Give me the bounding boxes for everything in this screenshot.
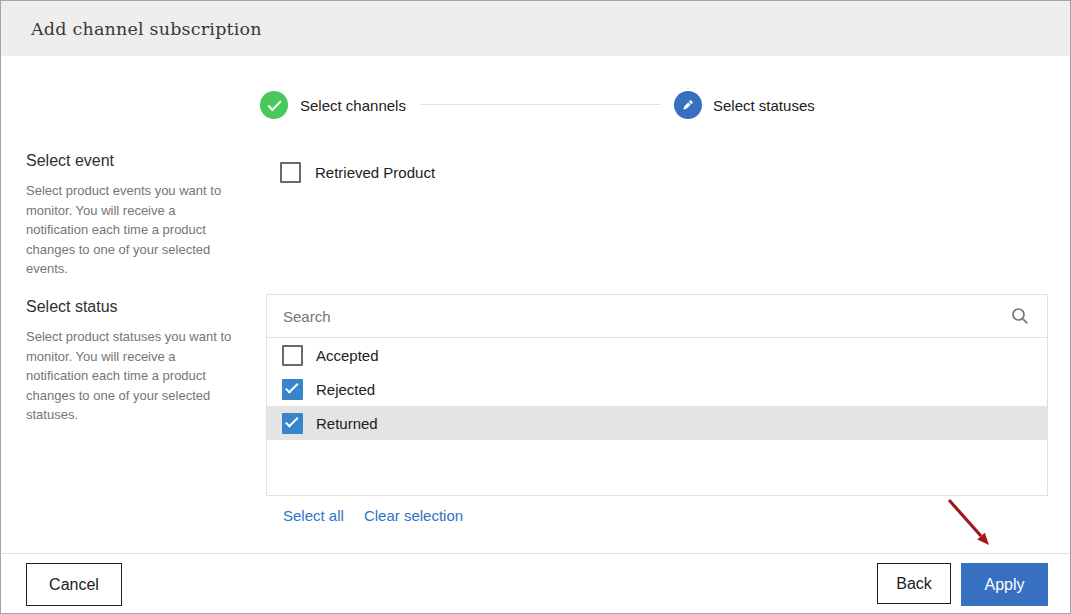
- returned-checkbox[interactable]: [282, 413, 303, 434]
- retrieved-product-checkbox[interactable]: [280, 162, 301, 183]
- add-channel-subscription-dialog: Add channel subscription Select channels…: [0, 0, 1071, 614]
- step-select-statuses-indicator: [674, 91, 702, 119]
- event-item-retrieved-product: Retrieved Product: [280, 162, 435, 183]
- status-search-input[interactable]: [267, 295, 1047, 337]
- retrieved-product-label: Retrieved Product: [315, 164, 435, 181]
- select-status-heading: Select status: [26, 298, 118, 316]
- select-all-link[interactable]: Select all: [283, 507, 344, 524]
- select-event-heading: Select event: [26, 152, 114, 170]
- footer-divider: [2, 553, 1069, 554]
- select-status-description: Select product statuses you want to moni…: [26, 327, 238, 425]
- status-item-returned[interactable]: Returned: [267, 406, 1047, 440]
- clear-selection-link[interactable]: Clear selection: [364, 507, 463, 524]
- step-select-channels-label: Select channels: [300, 97, 406, 114]
- select-event-description: Select product events you want to monito…: [26, 181, 238, 279]
- returned-label: Returned: [316, 415, 378, 432]
- search-icon: [1011, 307, 1029, 325]
- dialog-header: Add channel subscription: [1, 1, 1070, 56]
- step-select-channels-indicator: [260, 91, 288, 119]
- cancel-button[interactable]: Cancel: [26, 563, 122, 606]
- status-listbox: Accepted Rejected Returned: [266, 294, 1048, 496]
- step-select-statuses-label: Select statuses: [713, 97, 815, 114]
- status-item-rejected[interactable]: Rejected: [267, 372, 1047, 406]
- back-button[interactable]: Back: [877, 563, 951, 604]
- status-list-actions: Select all Clear selection: [283, 507, 463, 524]
- check-icon: [267, 97, 281, 111]
- rejected-label: Rejected: [316, 381, 375, 398]
- status-item-accepted[interactable]: Accepted: [267, 338, 1047, 372]
- pencil-icon: [680, 97, 696, 113]
- rejected-checkbox[interactable]: [282, 379, 303, 400]
- dialog-title: Add channel subscription: [31, 19, 262, 39]
- apply-button[interactable]: Apply: [961, 563, 1048, 606]
- status-search-row: [267, 295, 1047, 338]
- stepper-connector-line: [421, 104, 661, 105]
- accepted-label: Accepted: [316, 347, 379, 364]
- accepted-checkbox[interactable]: [282, 345, 303, 366]
- annotation-arrow-icon: [931, 489, 1001, 559]
